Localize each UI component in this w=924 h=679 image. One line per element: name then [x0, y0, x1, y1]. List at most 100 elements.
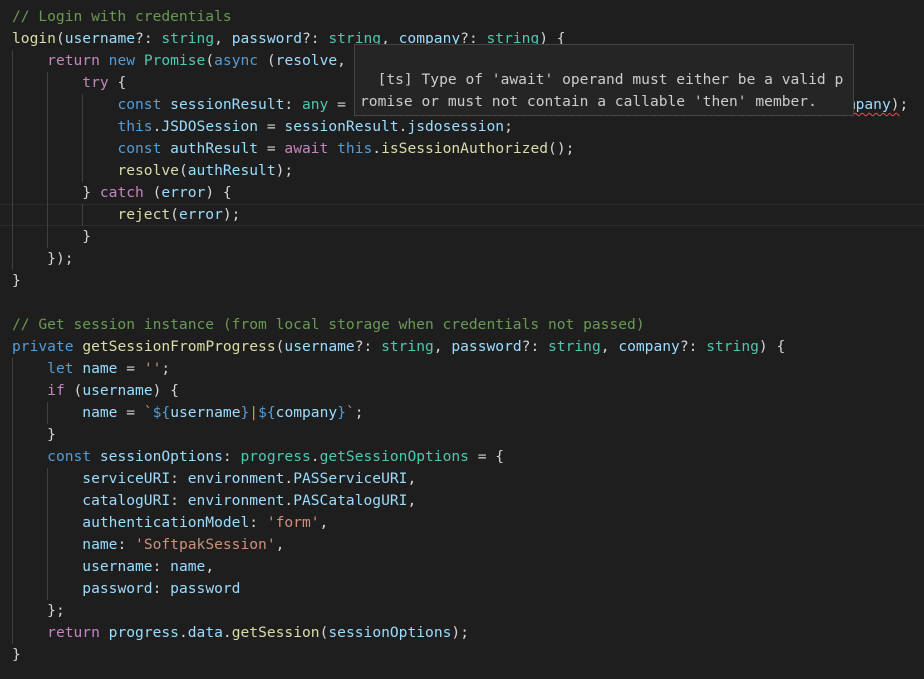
code-token: = — [117, 404, 144, 421]
code-token: : — [170, 470, 188, 487]
code-token: await — [284, 140, 329, 157]
code-token: } — [82, 184, 100, 201]
indent-guide — [12, 468, 13, 490]
code-line[interactable]: } catch (error) { — [0, 182, 924, 204]
indent-guide — [47, 490, 49, 512]
code-token: username — [170, 404, 241, 421]
code-token: name — [82, 404, 118, 421]
indent-guide — [47, 204, 49, 226]
code-line[interactable]: }; — [0, 600, 924, 622]
code-line[interactable]: this.JSDOSession = sessionResult.jsdoses… — [0, 116, 924, 138]
code-token: sessionResult — [170, 96, 285, 113]
code-token: . — [284, 470, 294, 487]
code-line[interactable]: password: password — [0, 578, 924, 600]
code-line[interactable]: return progress.data.getSession(sessionO… — [0, 622, 924, 644]
code-token: : — [249, 514, 267, 531]
code-token: string — [381, 338, 434, 355]
code-token: = — [117, 360, 144, 377]
code-line[interactable]: name: 'SoftpakSession', — [0, 534, 924, 556]
code-line[interactable]: name = `${username}|${company}`; — [0, 402, 924, 424]
code-token: sessionResult — [284, 118, 399, 135]
indent-guide — [12, 534, 13, 556]
code-token: ${ — [258, 404, 276, 421]
code-line[interactable]: const sessionOptions: progress.getSessio… — [0, 446, 924, 468]
code-line[interactable]: username: name, — [0, 556, 924, 578]
code-token: Promise — [143, 52, 206, 69]
indent-guide — [12, 600, 13, 622]
code-line[interactable]: let name = ''; — [0, 358, 924, 380]
code-line[interactable]: // Get session instance (from local stor… — [0, 314, 924, 336]
code-token: . — [178, 624, 188, 641]
indent-guide — [12, 248, 13, 270]
code-token: | — [249, 404, 259, 421]
code-line[interactable]: const authResult = await this.isSessionA… — [0, 138, 924, 160]
code-token: reject — [117, 206, 171, 223]
code-token: ; — [161, 360, 171, 377]
code-token: error — [161, 184, 206, 201]
code-token: jsdosession — [407, 118, 505, 135]
code-token: PASServiceURI — [293, 470, 408, 487]
code-token: : — [284, 96, 302, 113]
code-line[interactable] — [0, 292, 924, 314]
code-token: sessionOptions — [328, 624, 452, 641]
code-token: getSessionFromProgress — [82, 338, 276, 355]
code-token: this — [337, 140, 373, 157]
code-line[interactable]: reject(error); — [0, 204, 924, 226]
indent-guide — [12, 50, 13, 72]
code-token: const — [117, 140, 162, 157]
code-token: 'SoftpakSession' — [135, 536, 276, 553]
indent-guide — [82, 204, 84, 226]
code-line[interactable]: authenticationModel: 'form', — [0, 512, 924, 534]
code-token: authenticationModel — [82, 514, 250, 531]
code-token: string — [548, 338, 601, 355]
code-token: 'form' — [266, 514, 320, 531]
indent-guide — [82, 94, 84, 116]
code-token: ( — [55, 30, 65, 47]
code-line[interactable]: resolve(authResult); — [0, 160, 924, 182]
indent-guide — [82, 116, 84, 138]
code-line[interactable]: private getSessionFromProgress(username?… — [0, 336, 924, 358]
code-token-error: ) — [890, 96, 900, 113]
code-line[interactable]: }); — [0, 248, 924, 270]
code-token: username — [82, 382, 153, 399]
code-token: . — [310, 448, 320, 465]
indent-guide — [47, 182, 49, 204]
code-token: }); — [47, 250, 74, 267]
code-line[interactable]: catalogURI: environment.PASCatalogURI, — [0, 490, 924, 512]
code-line[interactable]: } — [0, 226, 924, 248]
code-token: sessionOptions — [99, 448, 223, 465]
code-token: // Login with credentials — [12, 8, 232, 25]
indent-guide — [47, 578, 49, 600]
indent-guide — [47, 534, 49, 556]
code-token: password — [231, 30, 302, 47]
code-token: } — [47, 426, 56, 443]
code-token: progress — [240, 448, 311, 465]
code-token: '' — [143, 360, 162, 377]
code-line[interactable]: } — [0, 424, 924, 446]
code-token: isSessionAuthorized — [381, 140, 549, 157]
code-token: password — [451, 338, 522, 355]
code-line[interactable]: // Login with credentials — [0, 6, 924, 28]
indent-guide — [12, 490, 13, 512]
code-token: name — [170, 558, 206, 575]
code-line[interactable]: serviceURI: environment.PASServiceURI, — [0, 468, 924, 490]
code-token: } — [12, 646, 21, 663]
code-line[interactable]: } — [0, 644, 924, 666]
code-token: ` — [345, 404, 355, 421]
code-token: , — [275, 536, 285, 553]
code-line[interactable]: if (username) { — [0, 380, 924, 402]
indent-guide — [12, 226, 13, 248]
code-token: ${ — [152, 404, 171, 421]
code-line[interactable]: } — [0, 270, 924, 292]
code-token: environment — [187, 492, 285, 509]
code-token: resolve — [117, 162, 179, 179]
code-token: name — [82, 360, 118, 377]
